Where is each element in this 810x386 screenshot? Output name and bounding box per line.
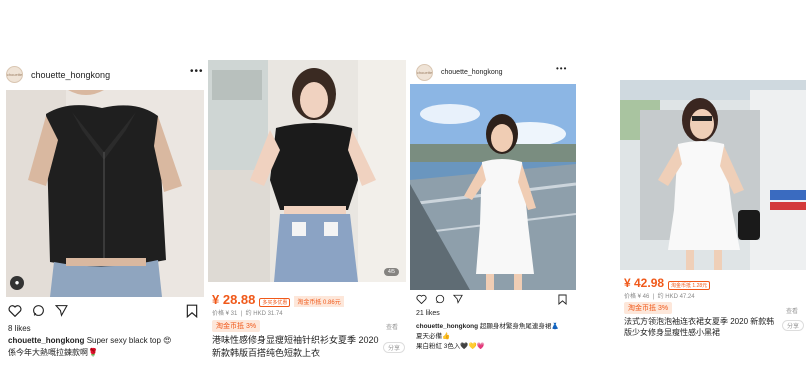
image-counter: 4/5	[384, 268, 399, 276]
like-count[interactable]: 8 likes	[8, 324, 31, 333]
avatar[interactable]: chouette	[416, 64, 433, 81]
post-header: chouette chouette_hongkong	[6, 66, 206, 83]
more-icon[interactable]: •••	[556, 64, 567, 73]
post-card-1: chouette chouette_hongkong ••• ● 8 likes…	[0, 54, 206, 386]
price: ¥ 28.88	[212, 292, 256, 307]
caption: chouette_hongkong Super sexy black top 😍	[8, 336, 172, 345]
coin-discount: 淘金币抵 3%	[624, 302, 673, 314]
caption-text: 超顯身材繁身魚尾連身裙👗	[479, 323, 560, 330]
caption-text: Super sexy black top 😍	[86, 336, 172, 345]
bookmark-icon[interactable]	[558, 294, 567, 305]
product-title[interactable]: 港味性感修身显瘦短袖针织衫女夏季 2020 新款韩版百搭纯色短款上衣	[212, 334, 384, 360]
caption-user[interactable]: chouette_hongkong	[8, 336, 84, 345]
promo-tag: 多买多优惠	[259, 298, 291, 307]
coin-tag: 淘金币抵 0.86元	[294, 296, 344, 307]
caption: chouette_hongkong 超顯身材繁身魚尾連身裙👗	[416, 320, 560, 330]
product-photo[interactable]	[620, 80, 806, 270]
product-card-1: 4/5 ¥ 28.88 多买多优惠 淘金币抵 0.86元 价格 ¥ 31 | 约…	[206, 60, 406, 386]
post-header: chouette chouette_hongkong	[416, 64, 578, 81]
heart-icon[interactable]	[416, 294, 427, 304]
product-photo[interactable]: 4/5	[208, 60, 406, 282]
caption-line2: 夏天必備👍	[416, 333, 451, 340]
user-tag-icon[interactable]: ●	[10, 276, 24, 290]
action-bar	[8, 304, 68, 317]
bookmark-icon[interactable]	[186, 304, 198, 318]
comment-icon[interactable]	[435, 294, 445, 304]
account-name[interactable]: chouette_hongkong	[31, 70, 110, 80]
account-name[interactable]: chouette_hongkong	[441, 69, 503, 76]
send-icon[interactable]	[453, 294, 463, 304]
coin-tag: 淘金币抵 1.28元	[668, 281, 711, 290]
view-link[interactable]: 查看	[786, 306, 798, 315]
post-photo[interactable]	[410, 84, 576, 290]
price-row: ¥ 42.98 淘金币抵 1.28元	[624, 276, 711, 290]
share-button[interactable]: 分享	[782, 320, 805, 331]
product-card-2: ¥ 42.98 淘金币抵 1.28元 价格 ¥ 46 | 约 HKD 47.24…	[618, 80, 810, 386]
original-price: 价格 ¥ 46 | 约 HKD 47.24	[624, 294, 695, 300]
share-button[interactable]: 分享	[383, 342, 406, 353]
comment-icon[interactable]	[32, 304, 45, 317]
avatar[interactable]: chouette	[6, 66, 23, 83]
like-count[interactable]: 21 likes	[416, 310, 440, 317]
action-bar	[416, 294, 463, 304]
caption-user[interactable]: chouette_hongkong	[416, 323, 478, 330]
more-icon[interactable]: •••	[190, 66, 204, 77]
price-row: ¥ 28.88 多买多优惠 淘金币抵 0.86元	[212, 292, 344, 307]
product-title[interactable]: 法式方领泡泡袖连衣裙女夏季 2020 新款韩版少女修身显瘦性感小黑裙	[624, 316, 776, 338]
price: ¥ 42.98	[624, 276, 665, 290]
heart-icon[interactable]	[8, 304, 22, 317]
caption-line3: 果白粉紅 3色入🖤💛💗	[416, 343, 485, 350]
original-price: 价格 ¥ 31 | 约 HKD 31.74	[212, 311, 283, 317]
post-photo[interactable]: ●	[6, 90, 204, 297]
view-link[interactable]: 查看	[386, 322, 398, 331]
post-card-2: chouette chouette_hongkong ••• 21 likes …	[406, 54, 578, 386]
caption-line2: 係今年大熱嘅拉鍊款啊🌹	[8, 348, 98, 357]
coin-discount: 淘金币抵 3%	[212, 320, 261, 332]
send-icon[interactable]	[55, 304, 68, 317]
